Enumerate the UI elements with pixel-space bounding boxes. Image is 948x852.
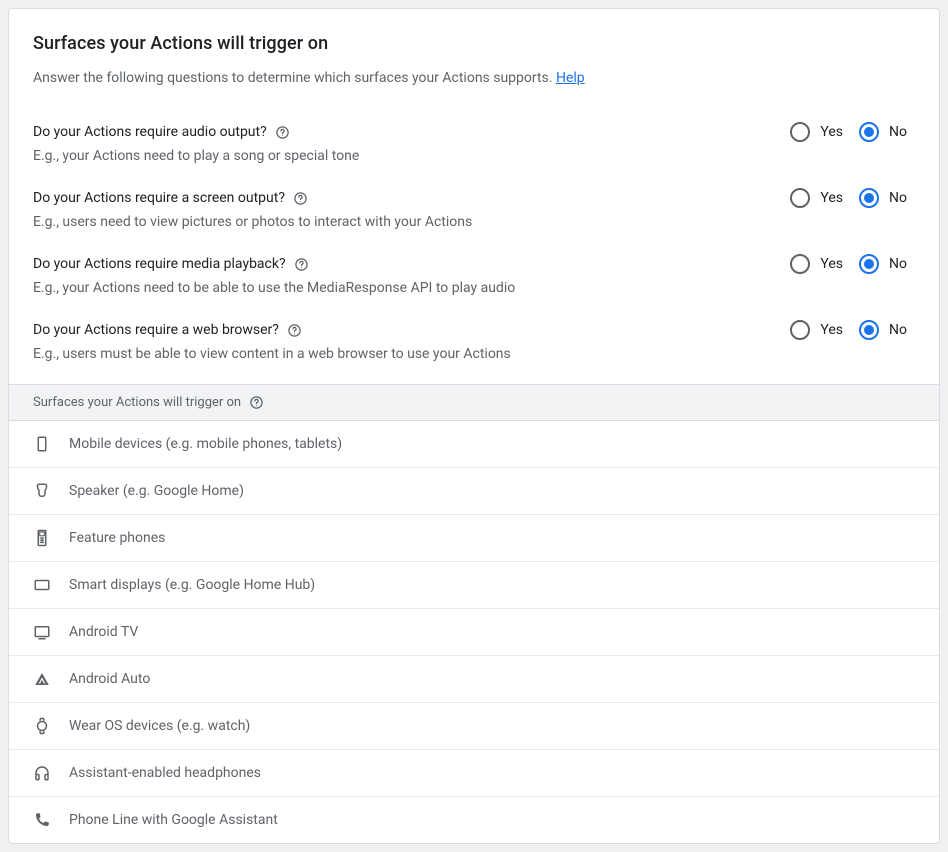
help-circle-icon[interactable] [294, 257, 309, 272]
question-audio-output: Do your Actions require audio output? E.g… [33, 112, 915, 178]
radio-label: No [889, 124, 907, 140]
surface-label: Android Auto [69, 671, 150, 687]
radio-circle-icon [859, 320, 879, 340]
radio-yes[interactable]: Yes [782, 122, 851, 142]
question-title: Do your Actions require audio output? [33, 122, 782, 142]
surface-row-feature: Feature phones [9, 515, 939, 562]
question-screen-output: Do your Actions require a screen output?… [33, 178, 915, 244]
surface-label: Smart displays (e.g. Google Home Hub) [69, 577, 315, 593]
radio-yes[interactable]: Yes [782, 320, 851, 340]
subtitle-text: Answer the following questions to determ… [33, 70, 556, 86]
help-circle-icon[interactable] [275, 125, 290, 140]
surface-row-auto: Android Auto [9, 656, 939, 703]
radio-circle-icon [790, 320, 810, 340]
surfaces-header-label: Surfaces your Actions will trigger on [33, 395, 241, 410]
surface-row-tv: Android TV [9, 609, 939, 656]
surface-row-mobile: Mobile devices (e.g. mobile phones, tabl… [9, 421, 939, 468]
radio-circle-icon [859, 188, 879, 208]
questions-list: Do your Actions require audio output? E.g… [33, 112, 915, 376]
question-text: Do your Actions require audio output? E.g… [33, 122, 782, 166]
radio-no[interactable]: No [851, 254, 915, 274]
radio-circle-icon [790, 122, 810, 142]
surface-label: Wear OS devices (e.g. watch) [69, 718, 250, 734]
radio-label: Yes [820, 256, 843, 272]
radio-label: Yes [820, 190, 843, 206]
question-text: Do your Actions require a screen output?… [33, 188, 782, 232]
page-subtitle: Answer the following questions to determ… [33, 68, 915, 88]
radio-no[interactable]: No [851, 320, 915, 340]
page-title: Surfaces your Actions will trigger on [33, 33, 915, 54]
surface-label: Assistant-enabled headphones [69, 765, 261, 781]
help-circle-icon[interactable] [249, 395, 264, 410]
surface-row-display: Smart displays (e.g. Google Home Hub) [9, 562, 939, 609]
phone-icon [33, 811, 51, 829]
radio-circle-icon [859, 254, 879, 274]
radio-label: No [889, 190, 907, 206]
question-desc: E.g., your Actions need to play a song o… [33, 146, 782, 166]
radio-circle-icon [790, 254, 810, 274]
surfaces-section-header: Surfaces your Actions will trigger on [9, 384, 939, 421]
surface-label: Speaker (e.g. Google Home) [69, 483, 244, 499]
surfaces-card: Surfaces your Actions will trigger on An… [8, 8, 940, 844]
watch-icon [33, 717, 51, 735]
question-desc: E.g., your Actions need to be able to us… [33, 278, 782, 298]
question-media-playback: Do your Actions require media playback? E… [33, 244, 915, 310]
surface-label: Phone Line with Google Assistant [69, 812, 278, 828]
radio-yes[interactable]: Yes [782, 188, 851, 208]
auto-icon [33, 670, 51, 688]
radio-circle-icon [790, 188, 810, 208]
radio-yes[interactable]: Yes [782, 254, 851, 274]
question-text: Do your Actions require media playback? E… [33, 254, 782, 298]
help-circle-icon[interactable] [293, 191, 308, 206]
help-circle-icon[interactable] [287, 323, 302, 338]
radio-group: Yes No [782, 188, 915, 208]
question-title: Do your Actions require a screen output? [33, 188, 782, 208]
question-text: Do your Actions require a web browser? E.… [33, 320, 782, 364]
question-title: Do your Actions require media playback? [33, 254, 782, 274]
feature-icon [33, 529, 51, 547]
radio-no[interactable]: No [851, 188, 915, 208]
radio-label: Yes [820, 124, 843, 140]
radio-label: No [889, 256, 907, 272]
radio-label: No [889, 322, 907, 338]
radio-group: Yes No [782, 254, 915, 274]
radio-circle-icon [859, 122, 879, 142]
question-desc: E.g., users must be able to view content… [33, 344, 782, 364]
surface-label: Feature phones [69, 530, 165, 546]
surface-label: Mobile devices (e.g. mobile phones, tabl… [69, 436, 342, 452]
radio-no[interactable]: No [851, 122, 915, 142]
question-web-browser: Do your Actions require a web browser? E.… [33, 310, 915, 376]
radio-group: Yes No [782, 122, 915, 142]
headphones-icon [33, 764, 51, 782]
question-desc: E.g., users need to view pictures or pho… [33, 212, 782, 232]
display-icon [33, 576, 51, 594]
tv-icon [33, 623, 51, 641]
radio-label: Yes [820, 322, 843, 338]
mobile-icon [33, 435, 51, 453]
question-title: Do your Actions require a web browser? [33, 320, 782, 340]
surface-row-phone: Phone Line with Google Assistant [9, 797, 939, 843]
surface-label: Android TV [69, 624, 138, 640]
surface-row-speaker: Speaker (e.g. Google Home) [9, 468, 939, 515]
card-content: Surfaces your Actions will trigger on An… [9, 9, 939, 384]
help-link[interactable]: Help [556, 70, 585, 86]
speaker-icon [33, 482, 51, 500]
surface-row-headphones: Assistant-enabled headphones [9, 750, 939, 797]
surface-row-watch: Wear OS devices (e.g. watch) [9, 703, 939, 750]
radio-group: Yes No [782, 320, 915, 340]
surfaces-list: Mobile devices (e.g. mobile phones, tabl… [9, 421, 939, 843]
